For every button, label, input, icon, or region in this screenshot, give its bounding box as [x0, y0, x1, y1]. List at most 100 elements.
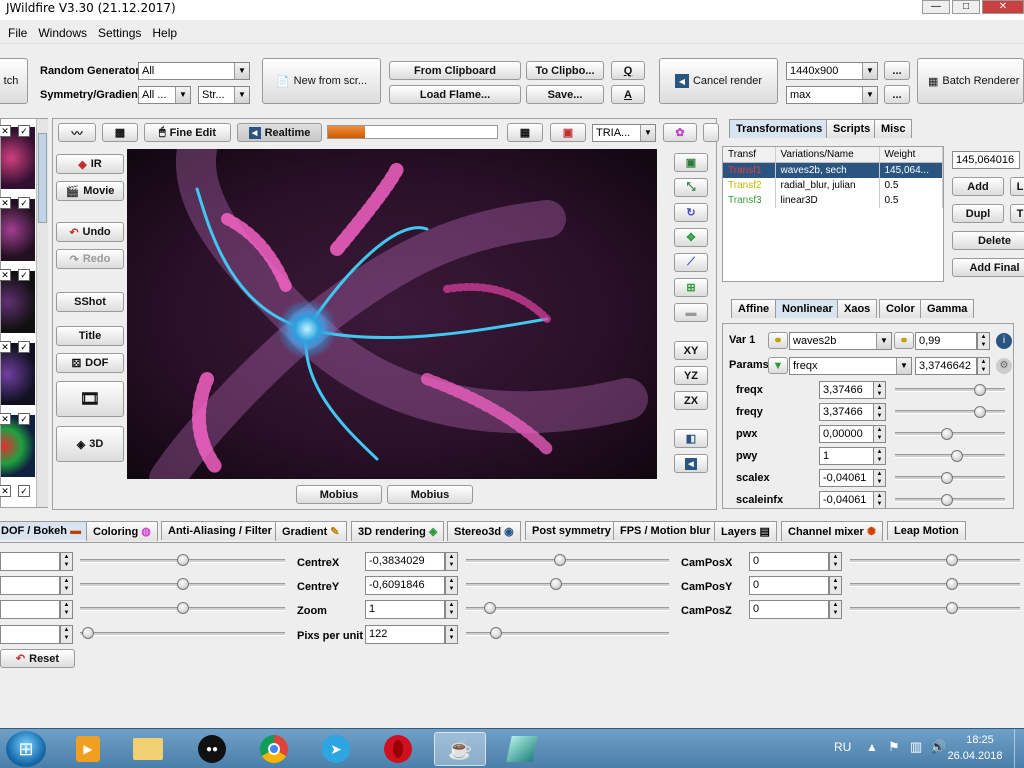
- mobius-button-1[interactable]: Mobius: [296, 485, 382, 504]
- thumbnail-remove-icon[interactable]: ✕: [0, 485, 11, 497]
- shear-tool-button[interactable]: ⟋: [674, 253, 708, 272]
- tab-gradient[interactable]: Gradient ✎: [275, 521, 347, 541]
- param-slider-freqx[interactable]: [895, 388, 1005, 392]
- random-generator-select[interactable]: All ▼: [138, 62, 250, 80]
- param-slider-pwy[interactable]: [895, 454, 1005, 458]
- thumbnail-check-icon[interactable]: ✓: [18, 197, 30, 209]
- tab-gamma[interactable]: Gamma: [920, 299, 975, 318]
- clock-time[interactable]: 18:25: [950, 734, 1010, 746]
- taskbar-opera[interactable]: [372, 732, 424, 766]
- extra-toolbar-button[interactable]: [703, 123, 719, 142]
- tab-color[interactable]: Color: [879, 299, 922, 318]
- centre-x-field[interactable]: -0,3834029: [365, 552, 445, 571]
- dof-slider-knob[interactable]: [177, 602, 189, 614]
- tab-transformations[interactable]: Transformations: [729, 119, 830, 138]
- taskbar-chrome[interactable]: [248, 732, 300, 766]
- tray-expand-icon[interactable]: ▲: [866, 740, 878, 754]
- resolution-select[interactable]: 1440x900 ▼: [786, 62, 878, 80]
- minimize-button[interactable]: —: [922, 0, 950, 14]
- param-stepper-scaleinfx[interactable]: ▲ ▼: [873, 491, 886, 508]
- cancel-render-button[interactable]: ◀ Cancel render: [659, 58, 778, 104]
- scrollbar-thumb[interactable]: [38, 133, 47, 223]
- thumbnail-remove-icon[interactable]: ✕: [0, 197, 11, 209]
- flag-icon[interactable]: ⚑: [888, 739, 900, 755]
- start-button[interactable]: ⊞: [6, 731, 46, 767]
- thumbnail-remove-icon[interactable]: ✕: [0, 413, 11, 425]
- realtime-toggle[interactable]: ◀ Realtime: [237, 123, 322, 142]
- t-transform-button[interactable]: T: [1010, 204, 1024, 223]
- menu-windows[interactable]: Windows: [30, 22, 90, 40]
- taskbar-telegram[interactable]: ➤: [310, 732, 362, 766]
- dof-slider-knob[interactable]: [177, 554, 189, 566]
- zoom-slider-knob[interactable]: [484, 602, 496, 614]
- quality-more-button[interactable]: ...: [884, 85, 910, 104]
- tab-misc[interactable]: Misc: [874, 119, 913, 138]
- disabled-tool-button[interactable]: ▬: [674, 303, 708, 322]
- from-clipboard-button[interactable]: From Clipboard: [389, 61, 521, 80]
- param-slider-knob[interactable]: [974, 406, 986, 418]
- centre-x-slider[interactable]: [466, 559, 669, 563]
- render-tool-button[interactable]: ◀: [674, 454, 708, 473]
- param-slider-freqy[interactable]: [895, 410, 1005, 414]
- add-final-transform-button[interactable]: Add Final: [952, 258, 1024, 277]
- tab-xaos[interactable]: Xaos: [837, 299, 878, 318]
- taskbar-explorer[interactable]: [122, 732, 174, 766]
- param-stepper-freqx[interactable]: ▲ ▼: [873, 381, 886, 399]
- tab-leap-motion[interactable]: Leap Motion: [887, 521, 966, 540]
- campos-z-stepper[interactable]: ▲ ▼: [829, 600, 842, 619]
- thumbnail-check-icon[interactable]: ✓: [18, 269, 30, 281]
- param-stepper-pwx[interactable]: ▲ ▼: [873, 425, 886, 443]
- close-button[interactable]: ✕: [982, 0, 1024, 14]
- taskbar-media-player[interactable]: ▶: [62, 732, 114, 766]
- tab-scripts[interactable]: Scripts: [826, 119, 878, 138]
- thumbnail-remove-icon[interactable]: ✕: [0, 341, 11, 353]
- menu-help[interactable]: Help: [144, 22, 180, 40]
- thumbnail-scrollbar[interactable]: [36, 119, 48, 507]
- campos-y-field[interactable]: 0: [749, 576, 829, 595]
- param-field-pwx[interactable]: 0,00000: [819, 425, 875, 443]
- dof-stepper-1[interactable]: ▲ ▼: [60, 552, 73, 571]
- param-slider-knob[interactable]: [941, 428, 953, 440]
- thumbnail-remove-icon[interactable]: ✕: [0, 125, 11, 137]
- var-amount-field[interactable]: 0,99: [915, 332, 977, 350]
- dof-field-3[interactable]: [0, 600, 60, 619]
- tab-3d-rendering[interactable]: 3D rendering ◈: [351, 521, 445, 541]
- reset-button[interactable]: ↶ Reset: [0, 649, 75, 668]
- dof-slider-4[interactable]: [80, 632, 285, 636]
- param-select[interactable]: freqx ▼: [789, 357, 912, 375]
- thumbnail-check-icon[interactable]: ✓: [18, 485, 30, 497]
- thumbnail-check-icon[interactable]: ✓: [18, 125, 30, 137]
- taskbar-java[interactable]: ☕: [434, 732, 486, 766]
- dof-slider-knob[interactable]: [82, 627, 94, 639]
- taskbar-app-2[interactable]: [496, 732, 548, 766]
- campos-z-slider[interactable]: [850, 607, 1020, 611]
- centre-x-slider-knob[interactable]: [554, 554, 566, 566]
- campos-x-stepper[interactable]: ▲ ▼: [829, 552, 842, 571]
- param-field-freqy[interactable]: 3,37466: [819, 403, 875, 421]
- centre-y-stepper[interactable]: ▲ ▼: [445, 576, 458, 595]
- tab-layers[interactable]: Layers ▤: [714, 521, 777, 541]
- thumbnail-check-icon[interactable]: ✓: [18, 341, 30, 353]
- add-transform-button[interactable]: Add: [952, 177, 1004, 196]
- menu-file[interactable]: File: [0, 22, 30, 40]
- centre-y-slider[interactable]: [466, 583, 669, 587]
- clock-date[interactable]: 26.04.2018: [940, 750, 1010, 762]
- save-button[interactable]: Save...: [526, 85, 604, 104]
- thumbnail-check-icon[interactable]: ✓: [18, 413, 30, 425]
- fractal-preview-canvas[interactable]: [127, 149, 657, 479]
- variation-select[interactable]: waves2b ▼: [789, 332, 892, 350]
- param-slider-knob[interactable]: [941, 472, 953, 484]
- campos-z-field[interactable]: 0: [749, 600, 829, 619]
- gradient-select[interactable]: Str... ▼: [198, 86, 250, 104]
- param-slider-knob[interactable]: [951, 450, 963, 462]
- campos-y-slider[interactable]: [850, 583, 1020, 587]
- zoom-stepper[interactable]: ▲ ▼: [445, 600, 458, 619]
- centre-y-slider-knob[interactable]: [550, 578, 562, 590]
- dof-slider-knob[interactable]: [177, 578, 189, 590]
- pixels-per-unit-slider-knob[interactable]: [490, 627, 502, 639]
- tab-dof-bokeh[interactable]: DOF / Bokeh ▬: [0, 521, 89, 540]
- xy-plane-button[interactable]: XY: [674, 341, 708, 360]
- checker-tool-button[interactable]: ▩: [102, 123, 138, 142]
- q-button[interactable]: Q: [611, 61, 645, 80]
- param-field-scalex[interactable]: -0,04061: [819, 469, 875, 487]
